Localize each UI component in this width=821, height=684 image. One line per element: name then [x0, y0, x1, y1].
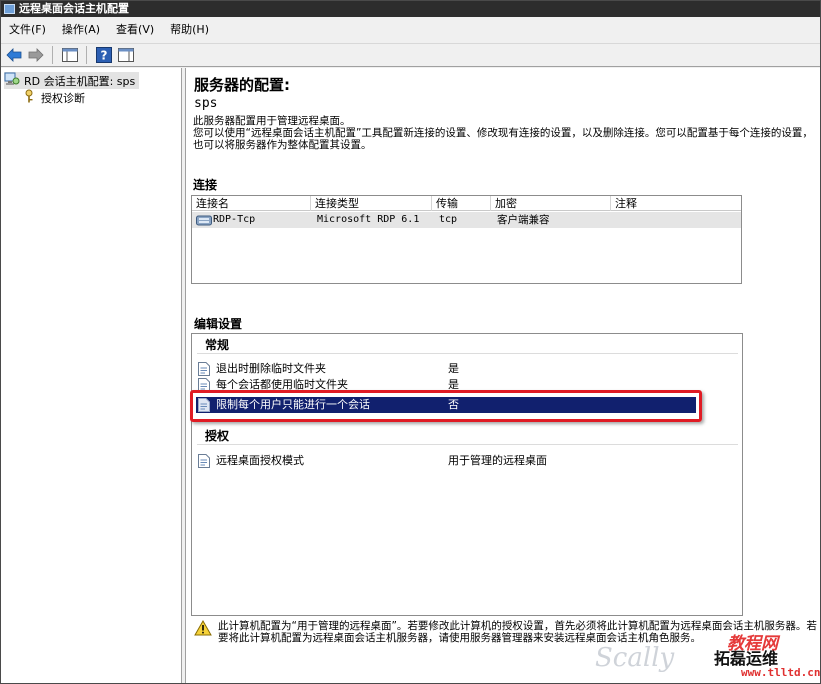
table-row[interactable]: RDP-Tcp Microsoft RDP 6.1 tcp 客户端兼容 [192, 212, 741, 228]
connections-table: 连接名 连接类型 传输 加密 注释 RDP-Tcp Microsoft RDP … [191, 195, 742, 284]
warning-icon [194, 619, 212, 639]
setting-row-delete-temp[interactable]: 退出时删除临时文件夹 是 [196, 361, 696, 377]
connection-name: RDP-Tcp [213, 214, 256, 225]
watermark-right-bottom: www.tlltd.cn [741, 666, 821, 679]
settings-list: 常规 退出时删除临时文件夹 是 每个会话都使用临时文件夹 是 限制每个用户只能进… [191, 333, 743, 616]
help-icon[interactable]: ? [94, 46, 113, 65]
column-header-type[interactable]: 连接类型 [311, 196, 432, 211]
tree-root-label: RD 会话主机配置: sps [24, 74, 136, 88]
window-title: 远程桌面会话主机配置 [19, 2, 129, 15]
annotation-highlight [190, 390, 702, 422]
setting-value: 是 [448, 362, 459, 375]
column-header-transport[interactable]: 传输 [432, 196, 491, 211]
console-tree: RD 会话主机配置: sps 授权诊断 [1, 68, 182, 683]
toolbar-separator [52, 46, 53, 64]
description-line-1: 此服务器配置用于管理远程桌面。 [193, 115, 351, 127]
server-name: sps [194, 96, 218, 111]
app-icon [4, 4, 15, 14]
setting-row-licensing-mode[interactable]: 远程桌面授权模式 用于管理的远程桌面 [196, 453, 696, 469]
connection-transport: tcp [439, 214, 458, 225]
description: 此服务器配置用于管理远程桌面。 您可以使用“远程桌面会话主机配置”工具配置新连接… [193, 115, 813, 151]
column-header-encryption[interactable]: 加密 [491, 196, 611, 211]
document-icon [198, 454, 210, 468]
menu-bar: 文件(F) 操作(A) 查看(V) 帮助(H) [1, 19, 820, 41]
forward-arrow-icon[interactable] [26, 46, 45, 65]
column-header-name[interactable]: 连接名 [192, 196, 311, 211]
connection-encryption: 客户端兼容 [497, 214, 550, 226]
toolbar-separator [86, 46, 87, 64]
key-icon [25, 89, 37, 106]
tree-child-label: 授权诊断 [41, 91, 85, 105]
group-divider [197, 353, 738, 354]
tree-root-item[interactable]: RD 会话主机配置: sps [4, 72, 140, 89]
show-hide-action-pane-icon[interactable] [116, 46, 135, 65]
group-general-label: 常规 [205, 338, 230, 352]
document-icon [198, 362, 210, 376]
menu-file[interactable]: 文件(F) [1, 19, 54, 41]
setting-name: 远程桌面授权模式 [216, 454, 304, 467]
watermark-left: Scally [595, 643, 675, 673]
column-header-comment[interactable]: 注释 [611, 196, 741, 211]
connection-icon [196, 215, 212, 231]
toolbar: ? [1, 43, 820, 67]
group-licensing-label: 授权 [205, 429, 230, 443]
connection-type: Microsoft RDP 6.1 [317, 214, 420, 225]
menu-action[interactable]: 操作(A) [54, 19, 108, 41]
menu-help[interactable]: 帮助(H) [162, 19, 217, 41]
setting-name: 退出时删除临时文件夹 [216, 362, 326, 375]
server-config-icon [4, 72, 20, 89]
connections-title: 连接 [193, 178, 218, 192]
tree-licensing-diagnosis[interactable]: 授权诊断 [25, 89, 85, 106]
show-hide-tree-icon[interactable] [60, 46, 79, 65]
group-divider [197, 444, 738, 445]
svg-text:?: ? [100, 49, 107, 63]
table-header: 连接名 连接类型 传输 加密 注释 [192, 196, 741, 211]
title-bar: 远程桌面会话主机配置 [1, 1, 820, 17]
page-title: 服务器的配置: [194, 76, 290, 94]
back-arrow-icon[interactable] [4, 46, 23, 65]
menu-view[interactable]: 查看(V) [108, 19, 162, 41]
details-pane: 服务器的配置: sps 此服务器配置用于管理远程桌面。 您可以使用“远程桌面会话… [185, 68, 820, 683]
description-line-2: 您可以使用“远程桌面会话主机配置”工具配置新连接的设置、修改现有连接的设置，以及… [193, 127, 813, 151]
app-window: 远程桌面会话主机配置 文件(F) 操作(A) 查看(V) 帮助(H) ? RD … [0, 0, 821, 684]
setting-value: 用于管理的远程桌面 [448, 454, 547, 467]
edit-settings-title: 编辑设置 [194, 317, 243, 331]
